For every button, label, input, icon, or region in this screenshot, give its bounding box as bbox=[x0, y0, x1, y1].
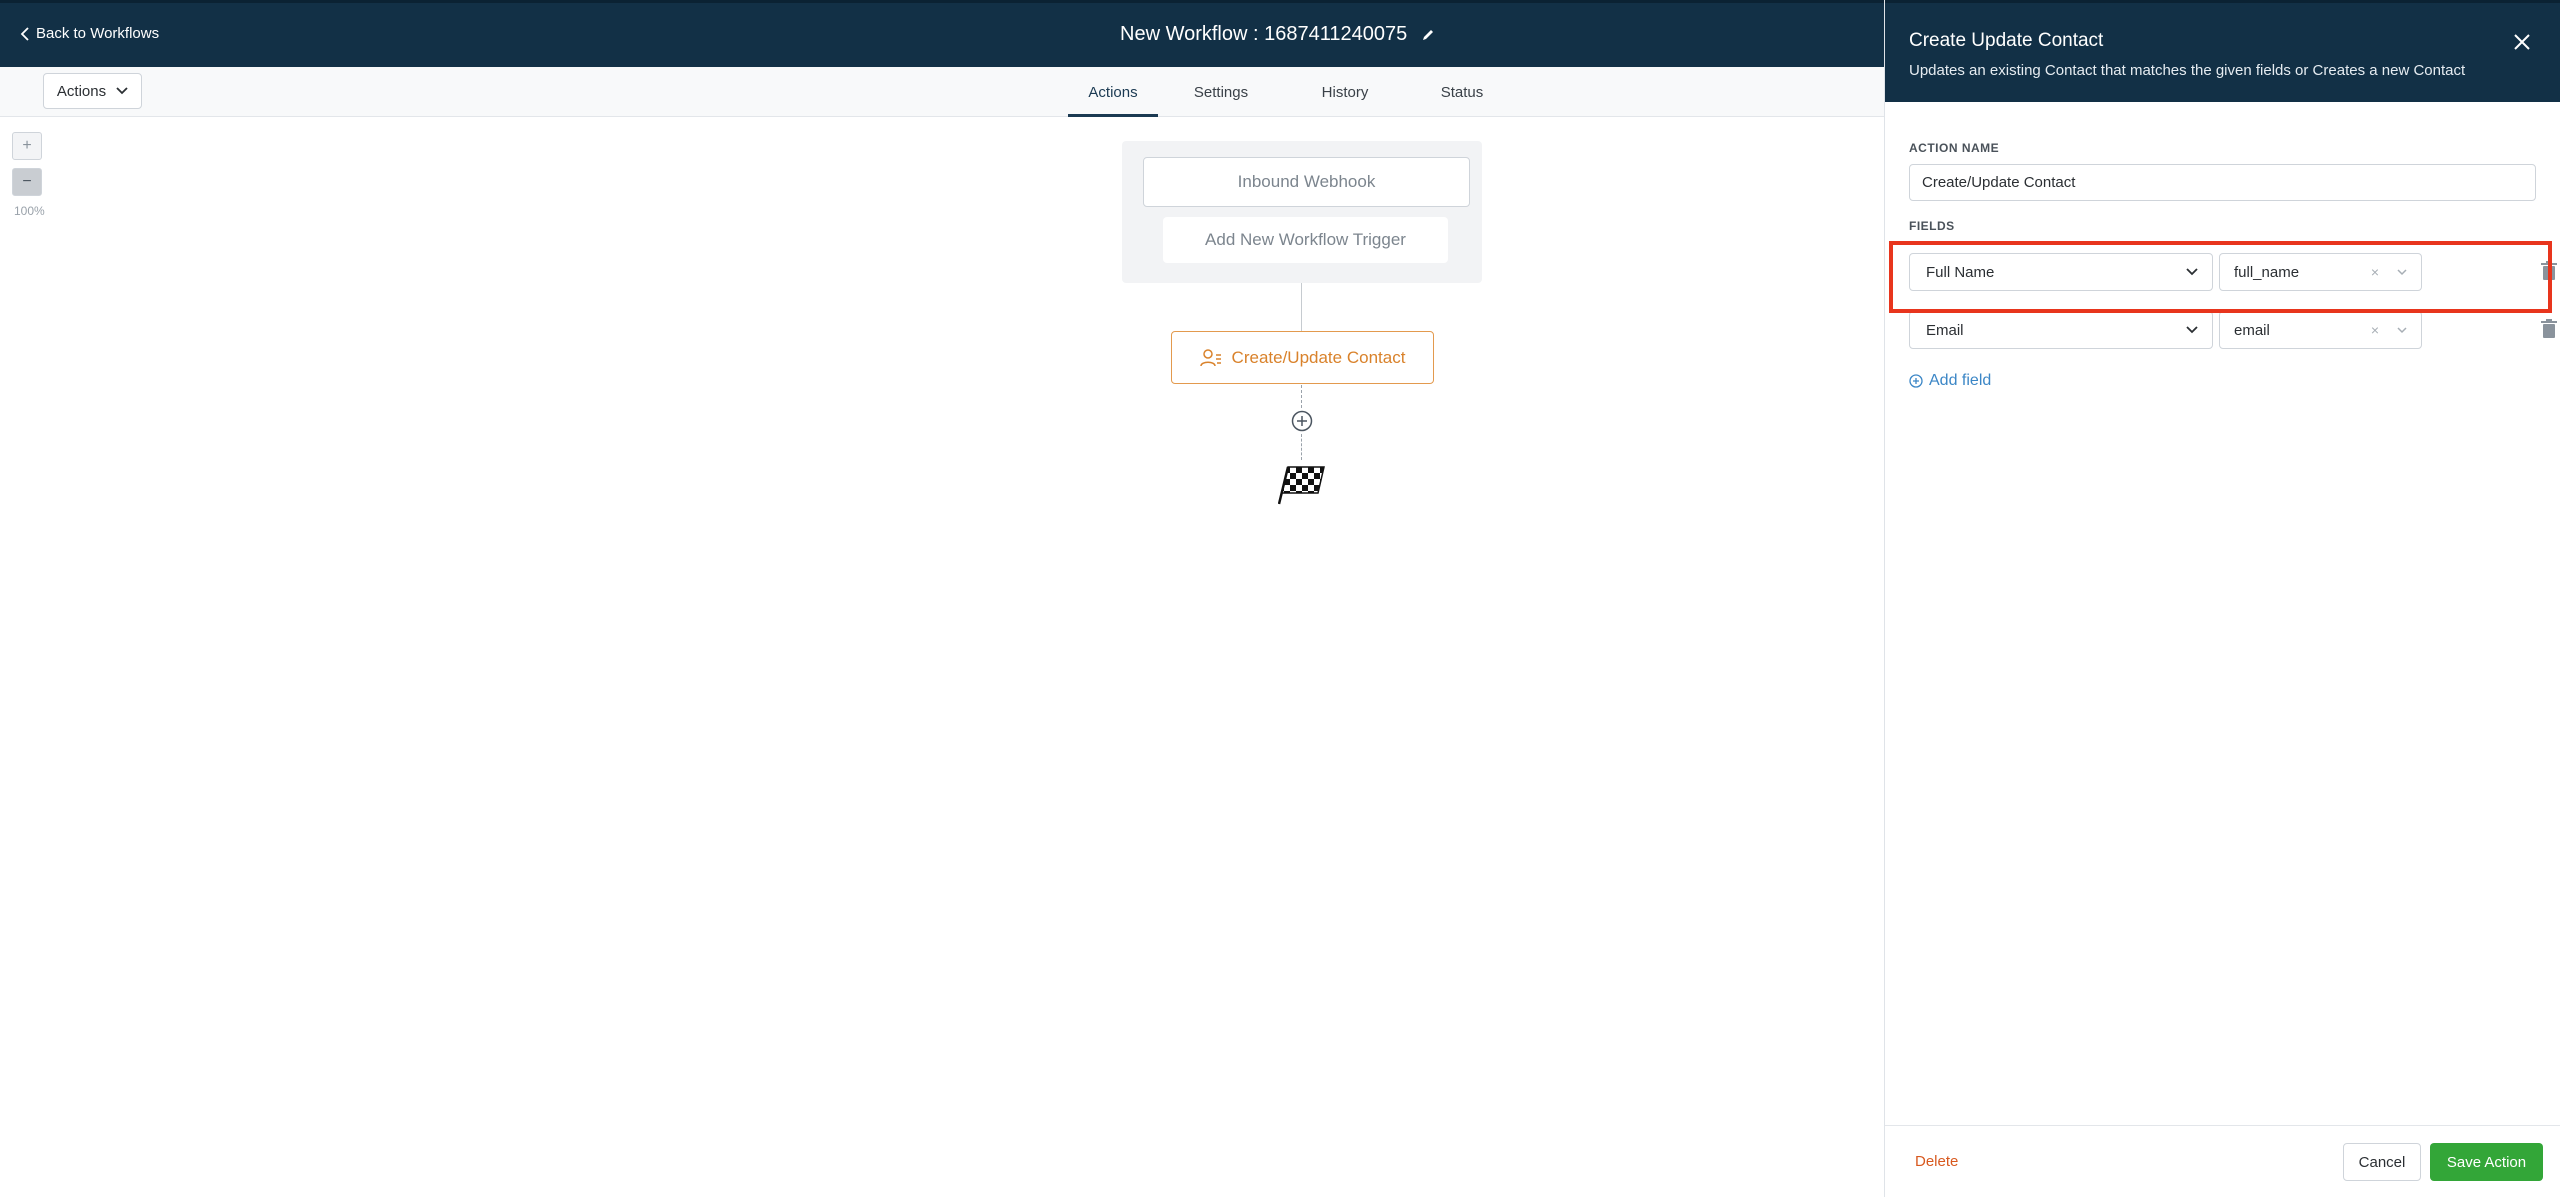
tab-history[interactable]: History bbox=[1284, 67, 1406, 117]
back-link-label: Back to Workflows bbox=[36, 25, 160, 42]
zoom-level: 100% bbox=[14, 204, 45, 218]
panel-subtitle: Updates an existing Contact that matches… bbox=[1909, 62, 2466, 79]
add-field-link[interactable]: Add field bbox=[1909, 372, 1991, 390]
connector-dashed bbox=[1301, 434, 1302, 460]
clear-icon[interactable]: × bbox=[2371, 322, 2379, 338]
field-row: Email email × bbox=[1909, 311, 2557, 349]
tab-actions[interactable]: Actions bbox=[1068, 67, 1158, 117]
workflow-title-text: New Workflow : 1687411240075 bbox=[1120, 23, 1408, 45]
actions-dropdown-label: Actions bbox=[56, 82, 107, 100]
close-icon[interactable] bbox=[2512, 32, 2532, 52]
plus-circle-icon bbox=[1909, 374, 1923, 388]
sub-toolbar: Actions Actions Settings History Status bbox=[0, 67, 1884, 117]
chevron-down-icon bbox=[116, 87, 128, 95]
trash-icon[interactable] bbox=[2541, 319, 2557, 339]
tab-status[interactable]: Status bbox=[1406, 67, 1518, 117]
panel-header: Create Update Contact Updates an existin… bbox=[1885, 0, 2560, 102]
add-field-label: Add field bbox=[1929, 372, 1992, 389]
highlight-box bbox=[1889, 241, 2552, 313]
add-step-icon[interactable] bbox=[1291, 410, 1313, 432]
actions-dropdown[interactable]: Actions bbox=[43, 73, 142, 109]
cancel-button[interactable]: Cancel bbox=[2343, 1143, 2421, 1181]
trigger-container: Inbound Webhook Add New Workflow Trigger bbox=[1122, 141, 1482, 283]
action-name-input[interactable]: Create/Update Contact bbox=[1909, 164, 2536, 201]
contact-icon bbox=[1199, 348, 1221, 366]
tab-bar: Actions Settings History Status bbox=[1068, 67, 1518, 117]
field-value-text: email bbox=[2234, 321, 2270, 339]
fields-label: FIELDS bbox=[1909, 219, 1955, 233]
back-to-workflows-link[interactable]: Back to Workflows bbox=[20, 25, 159, 42]
inbound-webhook-trigger[interactable]: Inbound Webhook bbox=[1143, 157, 1470, 207]
zoom-in-button[interactable]: + bbox=[12, 132, 42, 160]
panel-title: Create Update Contact bbox=[1909, 30, 2104, 51]
tab-settings[interactable]: Settings bbox=[1158, 67, 1284, 117]
chevron-left-icon bbox=[20, 26, 29, 41]
add-workflow-trigger-button[interactable]: Add New Workflow Trigger bbox=[1163, 217, 1448, 263]
delete-button[interactable]: Delete bbox=[1915, 1153, 1958, 1170]
chevron-down-icon bbox=[2186, 326, 2198, 334]
pencil-icon[interactable] bbox=[1421, 28, 1435, 42]
action-name-label: ACTION NAME bbox=[1909, 141, 2000, 155]
checkered-flag-icon bbox=[1278, 466, 1325, 505]
connector-line bbox=[1301, 283, 1302, 331]
app-root: Back to Workflows New Workflow : 1687411… bbox=[0, 0, 2560, 1197]
field-name-value: Email bbox=[1926, 321, 1964, 339]
create-update-contact-node[interactable]: Create/Update Contact bbox=[1171, 331, 1434, 384]
field-value-select[interactable]: email × bbox=[2219, 311, 2422, 349]
connector-dashed bbox=[1301, 385, 1302, 408]
zoom-out-button[interactable]: − bbox=[12, 168, 42, 196]
caret-down-icon bbox=[2397, 327, 2407, 334]
save-action-button[interactable]: Save Action bbox=[2430, 1143, 2543, 1181]
action-node-label: Create/Update Contact bbox=[1231, 347, 1406, 367]
panel-footer: Delete Cancel Save Action bbox=[1885, 1125, 2560, 1197]
action-side-panel: Create Update Contact Updates an existin… bbox=[1884, 0, 2560, 1197]
workflow-title: New Workflow : 1687411240075 bbox=[1120, 23, 1435, 46]
field-name-select[interactable]: Email bbox=[1909, 311, 2213, 349]
